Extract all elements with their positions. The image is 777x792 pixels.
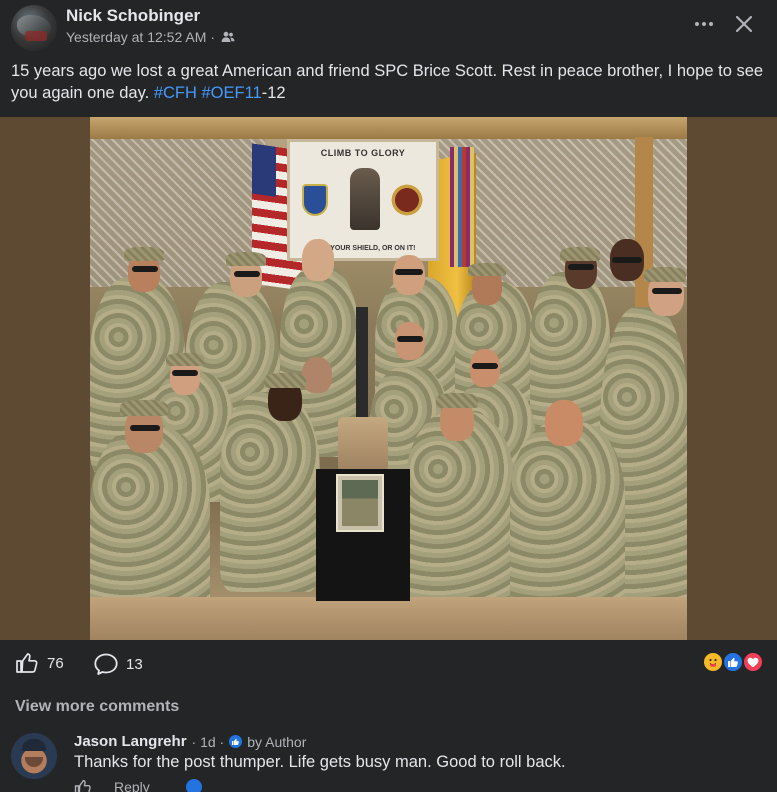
comment-header: Jason Langrehr · 1d · by Author xyxy=(74,733,306,750)
comment-button[interactable]: 13 xyxy=(93,652,143,676)
comment-count: 13 xyxy=(126,655,143,673)
like-reaction-icon xyxy=(722,651,744,673)
crest-emblem xyxy=(390,180,424,220)
care-reaction-icon xyxy=(702,651,724,673)
comment-text: Thanks for the post thumper. Life gets b… xyxy=(74,753,566,771)
soldier-head xyxy=(302,357,332,393)
reply-button[interactable]: Reply xyxy=(114,779,150,792)
soldier-cap xyxy=(226,252,266,266)
more-options-button[interactable] xyxy=(690,12,718,36)
sunglasses xyxy=(568,264,594,270)
author-name[interactable]: Nick Schobinger xyxy=(66,6,200,26)
reaction-summary[interactable] xyxy=(702,651,766,675)
campaign-streamers xyxy=(450,147,474,267)
comment-age: · 1d · xyxy=(191,733,225,750)
soldier-cap xyxy=(560,247,600,261)
memorial-portrait-image xyxy=(342,480,378,526)
memorial-portrait xyxy=(336,474,384,532)
sunglasses xyxy=(234,271,260,277)
soldier-cap xyxy=(468,263,506,276)
thumbs-up-icon xyxy=(16,653,38,673)
soldier xyxy=(510,422,625,612)
soldier-cap xyxy=(166,353,204,366)
soldier xyxy=(220,392,320,592)
love-reaction-icon xyxy=(742,651,764,673)
post-photo-frame: CLIMB TO GLORY WITH YOUR SHIELD, OR ON I… xyxy=(0,117,777,640)
soldier-head xyxy=(393,255,425,295)
sunglasses xyxy=(172,370,198,376)
ellipsis-icon xyxy=(695,22,713,26)
comment-actions: Reply xyxy=(74,779,150,792)
statue-emblem xyxy=(350,168,380,230)
commenter-name[interactable]: Jason Langrehr xyxy=(74,733,187,750)
post-photo[interactable]: CLIMB TO GLORY WITH YOUR SHIELD, OR ON I… xyxy=(90,117,687,640)
soldier-cap xyxy=(436,393,478,408)
soldier-head xyxy=(302,239,334,281)
post-header: Nick Schobinger Yesterday at 12:52 AM · xyxy=(0,0,777,56)
division-patch-emblem xyxy=(302,184,328,216)
comment-like-badge-icon xyxy=(186,779,202,792)
sunglasses xyxy=(612,257,642,263)
comment-item: Jason Langrehr · 1d · by Author Thanks f… xyxy=(0,728,777,792)
banner-motto: CLIMB TO GLORY xyxy=(320,148,406,158)
sunglasses xyxy=(397,336,423,342)
post-text: 15 years ago we lost a great American an… xyxy=(11,60,771,104)
sunglasses xyxy=(652,288,682,294)
post-timestamp[interactable]: Yesterday at 12:52 AM xyxy=(66,29,206,45)
thumbs-up-icon[interactable] xyxy=(74,779,92,792)
post-text-suffix: -12 xyxy=(261,84,286,102)
hashtag-cfh[interactable]: #CFH xyxy=(154,84,197,102)
friends-icon xyxy=(221,31,235,43)
hashtag-oef11[interactable]: #OEF11 xyxy=(202,84,262,102)
close-button[interactable] xyxy=(730,10,758,38)
sunglasses xyxy=(130,425,160,431)
wooden-beam xyxy=(90,117,687,139)
soldier-head xyxy=(545,400,583,446)
like-button[interactable]: 76 xyxy=(15,652,64,674)
memorial-rifle xyxy=(356,307,368,417)
sunglasses xyxy=(395,269,423,275)
post-meta: Yesterday at 12:52 AM · xyxy=(66,29,235,45)
like-count: 76 xyxy=(47,654,64,672)
commenter-avatar[interactable] xyxy=(11,733,57,779)
comment-bubble-icon xyxy=(94,653,118,675)
soldier-cap xyxy=(644,267,686,282)
view-more-comments-link[interactable]: View more comments xyxy=(15,698,179,716)
sunglasses xyxy=(132,266,158,272)
post-text-main: 15 years ago we lost a great American an… xyxy=(11,62,764,102)
author-like-badge-icon xyxy=(229,735,243,748)
soldier-cap xyxy=(124,247,164,261)
sunglasses xyxy=(472,363,498,369)
meta-separator: · xyxy=(210,29,216,45)
close-icon xyxy=(735,15,753,33)
memorial-boots xyxy=(338,417,388,469)
liked-by-author-label: by Author xyxy=(247,733,307,750)
soldier-cap xyxy=(120,400,168,416)
wooden-floor xyxy=(90,597,687,640)
author-avatar[interactable] xyxy=(11,5,57,51)
soldier-cap xyxy=(264,373,306,388)
